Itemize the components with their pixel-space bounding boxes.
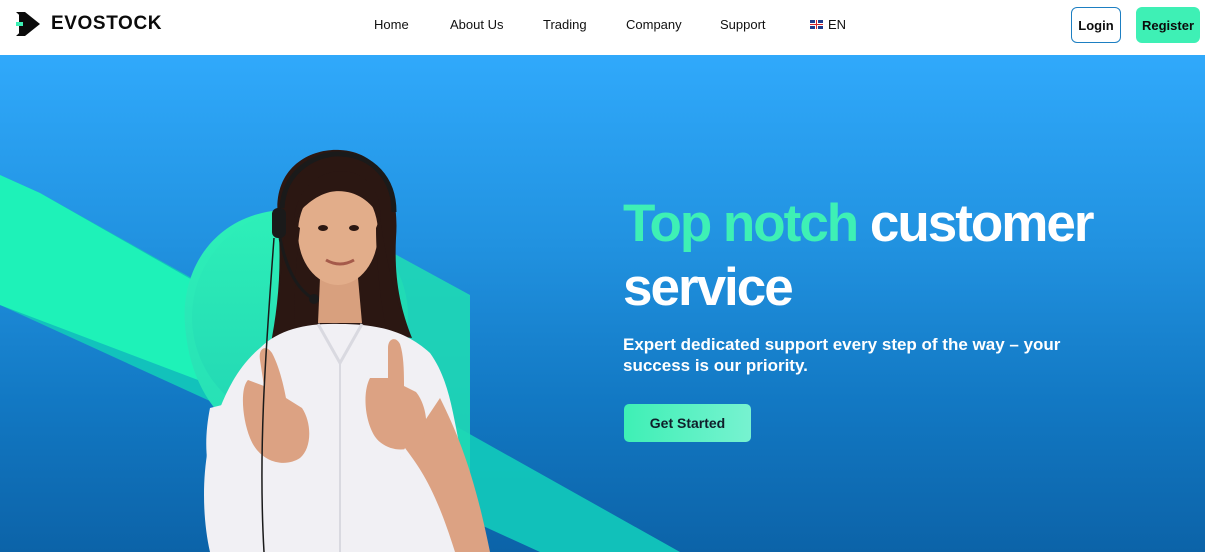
nav-item-about-us[interactable]: About Us bbox=[450, 17, 503, 32]
nav-item-company[interactable]: Company bbox=[626, 17, 682, 32]
nav-item-trading[interactable]: Trading bbox=[543, 17, 587, 32]
uk-flag-icon bbox=[810, 20, 823, 29]
site-header: EVOSTOCK Home About Us Trading Company S… bbox=[0, 0, 1205, 55]
register-button[interactable]: Register bbox=[1136, 7, 1200, 43]
nav-item-support[interactable]: Support bbox=[720, 17, 766, 32]
nav-item-home[interactable]: Home bbox=[374, 17, 409, 32]
language-selector[interactable]: EN bbox=[810, 17, 846, 32]
language-code: EN bbox=[828, 17, 847, 32]
hero-section: Top notch customer service Expert dedica… bbox=[0, 55, 1205, 552]
login-button[interactable]: Login bbox=[1071, 7, 1121, 43]
hero-headline-accent: Top notch bbox=[623, 194, 859, 253]
support-agent-image bbox=[204, 149, 490, 552]
get-started-button[interactable]: Get Started bbox=[624, 404, 751, 442]
hero-headline: Top notch customer service bbox=[623, 192, 1123, 320]
main-nav: Home About Us Trading Company Support EN bbox=[0, 17, 1205, 35]
hero-subtext: Expert dedicated support every step of t… bbox=[623, 335, 1061, 375]
